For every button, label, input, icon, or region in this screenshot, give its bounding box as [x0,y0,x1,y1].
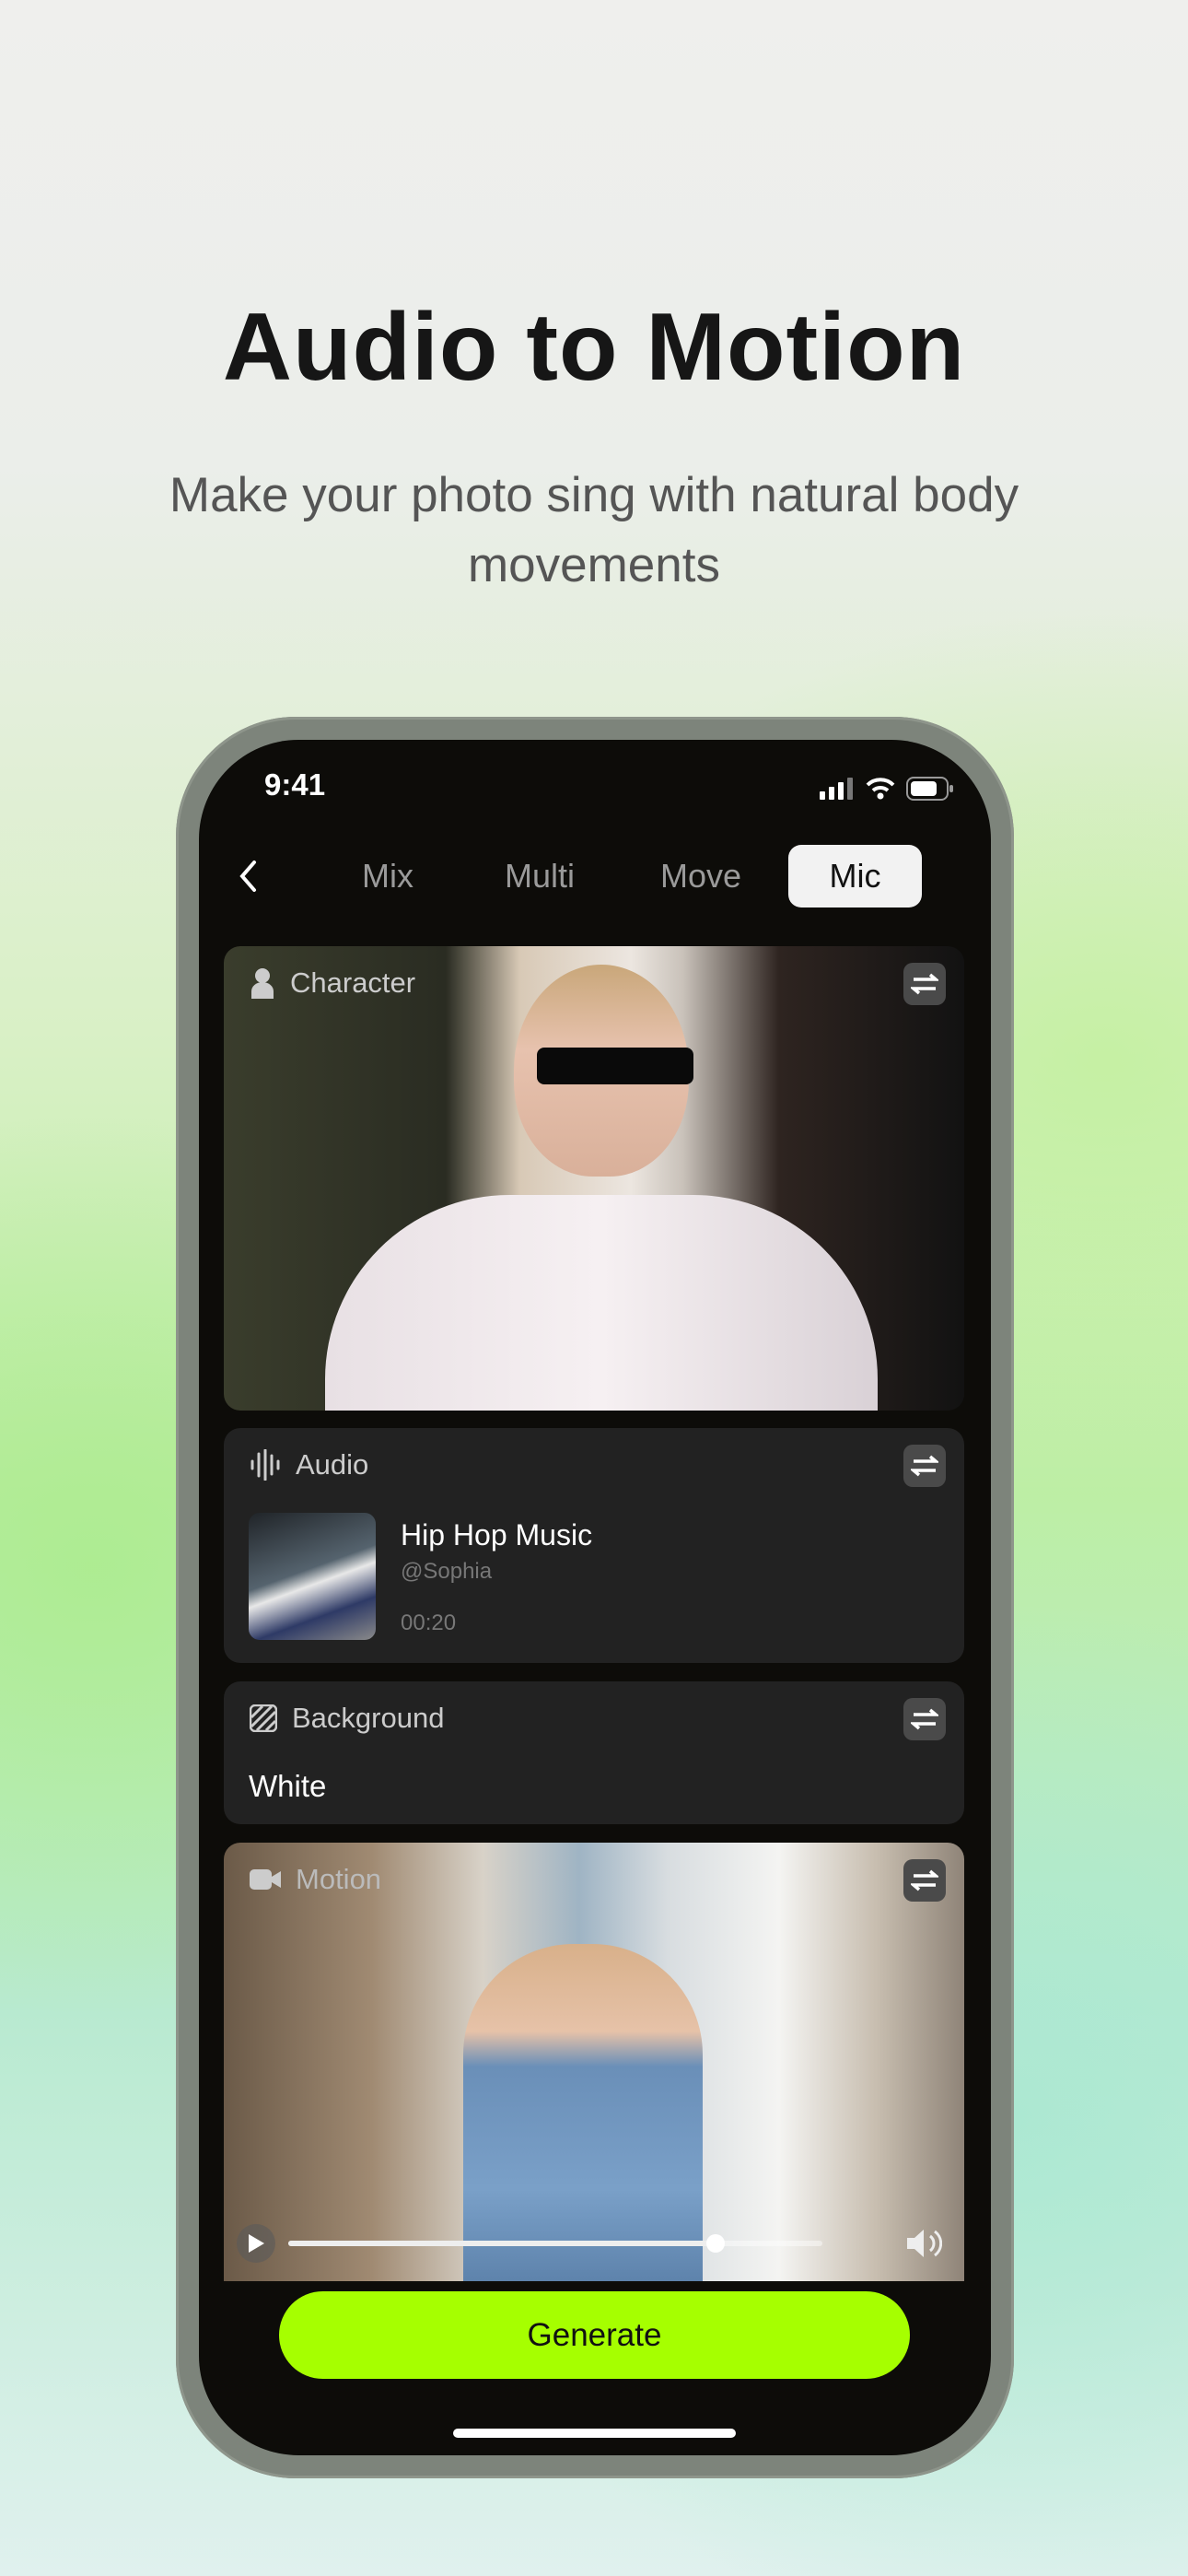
motion-video-frame [463,1944,703,2281]
promo-title: Audio to Motion [222,294,966,401]
battery-icon [906,777,953,801]
character-label: Character [290,966,416,999]
track-artist: @Sophia [401,1559,493,1584]
swap-motion-button[interactable] [903,1859,946,1902]
status-icons [820,777,954,801]
swap-audio-button[interactable] [903,1445,946,1487]
play-button[interactable] [237,2224,275,2263]
track-duration: 00:20 [401,1610,457,1635]
swap-icon [911,1455,938,1477]
swap-character-button[interactable] [903,963,946,1005]
character-card[interactable]: Character [224,946,964,1411]
chevron-left-icon[interactable] [238,860,260,893]
track-thumbnail [249,1513,376,1640]
motion-label: Motion [296,1863,382,1895]
audio-label: Audio [296,1448,369,1481]
tab-multi[interactable]: Multi [475,845,604,907]
swap-background-button[interactable] [903,1698,946,1740]
swap-icon [911,1869,938,1891]
tab-move[interactable]: Move [636,845,765,907]
play-icon [249,2234,264,2253]
mode-tabs: Mix Multi Move Mic [199,845,991,907]
person-icon [251,968,274,999]
wifi-icon [866,778,895,800]
waveform-icon [250,1449,280,1481]
tab-mix[interactable]: Mix [337,845,438,907]
volume-icon[interactable] [905,2228,942,2259]
video-scrubber[interactable] [288,2234,822,2253]
status-time: 9:41 [264,767,326,802]
home-indicator [453,2429,736,2438]
hatch-icon [250,1704,277,1732]
swap-icon [911,1708,938,1730]
background-value: White [249,1769,327,1803]
phone-screen: 9:41 Mix Multi Move Mic Character Audio … [199,740,991,2455]
motion-card[interactable]: Motion [224,1843,964,2281]
scrubber-fill [288,2241,716,2246]
generate-button[interactable]: Generate [279,2291,910,2379]
video-camera-icon [250,1869,281,1890]
signal-icon [820,778,853,800]
background-card[interactable]: Background White [224,1681,964,1824]
tab-mic[interactable]: Mic [788,845,922,907]
promo-subtitle: Make your photo sing with natural body m… [169,468,1019,592]
track-title: Hip Hop Music [401,1518,593,1551]
background-label: Background [292,1702,445,1734]
audio-card[interactable]: Audio Hip Hop Music @Sophia 00:20 [224,1428,964,1663]
scrubber-handle[interactable] [706,2234,725,2253]
swap-icon [911,973,938,995]
